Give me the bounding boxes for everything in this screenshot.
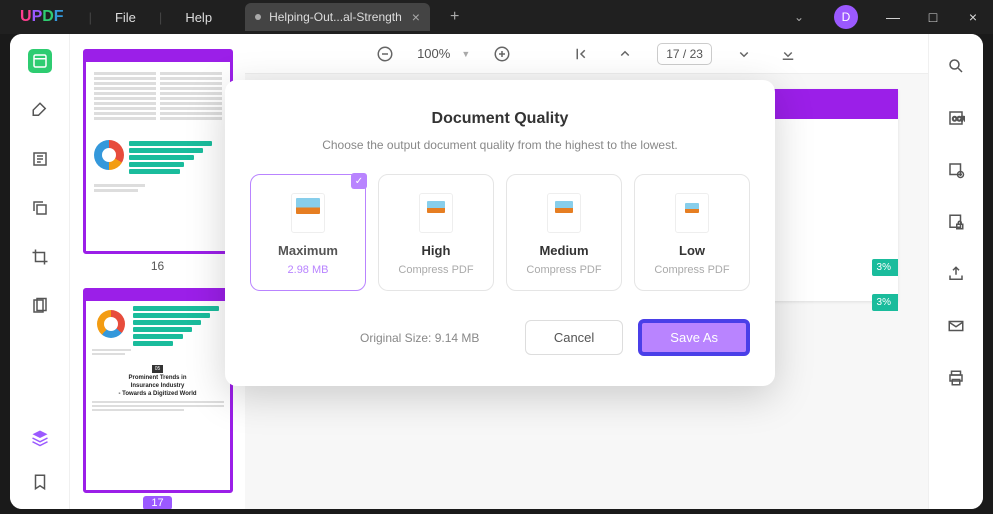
last-page-icon[interactable] — [776, 42, 800, 66]
tab-indicator-icon — [255, 14, 261, 20]
document-toolbar: 100%▼ 17 / 23 — [245, 34, 928, 74]
cancel-button[interactable]: Cancel — [525, 320, 623, 355]
donut-chart-icon — [97, 310, 125, 338]
data-badge: 3% — [872, 294, 898, 311]
pages-tool-icon[interactable] — [28, 294, 52, 318]
search-icon[interactable] — [944, 54, 968, 78]
new-tab-button[interactable]: + — [450, 8, 459, 26]
quality-modal: Document Quality Choose the output docum… — [225, 80, 775, 386]
chevron-down-icon[interactable]: ⌄ — [779, 10, 819, 24]
quality-preview-icon — [675, 193, 709, 233]
quality-preview-icon — [419, 193, 453, 233]
zoom-out-icon[interactable] — [373, 42, 397, 66]
svg-text:OCR: OCR — [952, 117, 965, 123]
layers-icon[interactable] — [28, 426, 52, 450]
thumb-label-active: 17 — [143, 496, 171, 509]
tab-title: Helping-Out...al-Strength — [269, 10, 402, 24]
quality-preview-icon — [291, 193, 325, 233]
bookmark-icon[interactable] — [28, 470, 52, 494]
thumbnail-17[interactable]: 05 Prominent Trends in Insurance Industr… — [83, 288, 233, 509]
page-input[interactable]: 17 / 23 — [657, 43, 712, 65]
titlebar: UPDF | File | Help Helping-Out...al-Stre… — [0, 0, 993, 34]
thumbnail-16[interactable]: 16 — [83, 49, 233, 273]
prev-page-icon[interactable] — [613, 42, 637, 66]
document-tab[interactable]: Helping-Out...al-Strength × — [245, 3, 430, 31]
thumb-label: 16 — [83, 259, 233, 273]
lock-page-icon[interactable] — [944, 210, 968, 234]
data-badge: 3% — [872, 259, 898, 276]
window-close[interactable]: × — [953, 1, 993, 33]
window-minimize[interactable]: — — [873, 1, 913, 33]
original-size-text: Original Size: 9.14 MB — [360, 331, 479, 345]
quality-option-maximum[interactable]: ✓ Maximum 2.98 MB — [250, 174, 366, 291]
quality-option-low[interactable]: Low Compress PDF — [634, 174, 750, 291]
app-logo: UPDF — [0, 8, 84, 26]
copy-tool-icon[interactable] — [28, 196, 52, 220]
thumbnails-tool-icon[interactable] — [28, 49, 52, 73]
zoom-in-icon[interactable] — [490, 42, 514, 66]
donut-chart-icon — [94, 140, 124, 170]
thumbnail-panel: 16 05 Prominent Trends in Insurance Indu… — [70, 34, 245, 509]
checkmark-icon: ✓ — [351, 173, 367, 189]
modal-title: Document Quality — [250, 110, 750, 128]
menu-file[interactable]: File — [97, 10, 154, 25]
crop-tool-icon[interactable] — [28, 245, 52, 269]
close-tab-icon[interactable]: × — [412, 9, 420, 25]
highlighter-tool-icon[interactable] — [28, 98, 52, 122]
next-page-icon[interactable] — [732, 42, 756, 66]
save-as-button[interactable]: Save As — [638, 319, 750, 356]
user-avatar[interactable]: D — [834, 5, 858, 29]
modal-subtitle: Choose the output document quality from … — [250, 138, 750, 152]
print-icon[interactable] — [944, 366, 968, 390]
ocr-icon[interactable]: OCR — [944, 106, 968, 130]
text-tool-icon[interactable] — [28, 147, 52, 171]
quality-option-medium[interactable]: Medium Compress PDF — [506, 174, 622, 291]
mail-icon[interactable] — [944, 314, 968, 338]
right-toolbar: OCR — [928, 34, 983, 509]
window-maximize[interactable]: □ — [913, 1, 953, 33]
add-image-icon[interactable] — [944, 158, 968, 182]
quality-option-high[interactable]: High Compress PDF — [378, 174, 494, 291]
zoom-value[interactable]: 100%▼ — [417, 46, 470, 61]
quality-preview-icon — [547, 193, 581, 233]
menu-help[interactable]: Help — [167, 10, 230, 25]
share-icon[interactable] — [944, 262, 968, 286]
left-toolbar — [10, 34, 70, 509]
first-page-icon[interactable] — [569, 42, 593, 66]
